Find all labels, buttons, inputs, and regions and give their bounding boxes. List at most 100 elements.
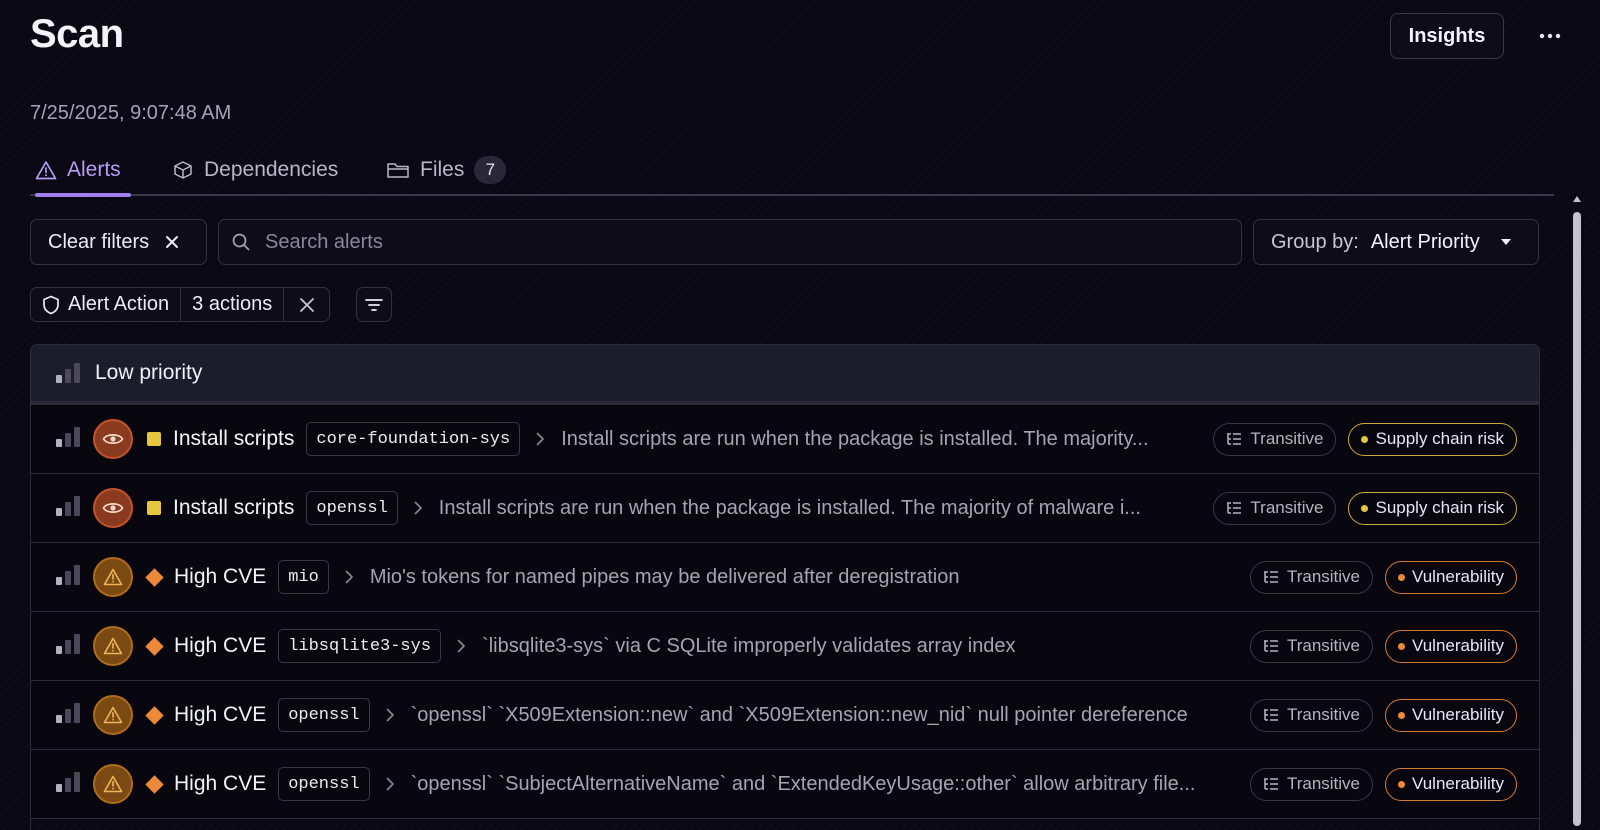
eye-icon	[102, 503, 124, 513]
add-filter-button[interactable]	[356, 287, 392, 322]
caret-down-icon	[1500, 239, 1511, 245]
package-name[interactable]: openssl	[306, 491, 398, 525]
alert-rows: Install scripts core-foundation-sys Instal…	[31, 405, 1539, 819]
priority-group-header[interactable]: Low priority	[31, 345, 1539, 405]
filter-chip-name[interactable]: Alert Action	[31, 288, 180, 321]
severity-low-icon	[147, 432, 161, 446]
alert-description: Install scripts are run when the package…	[561, 427, 1149, 450]
warning-icon	[103, 568, 123, 586]
package-name[interactable]: core-foundation-sys	[306, 422, 521, 456]
chevron-right-icon-wrap	[457, 639, 466, 653]
caret-up-icon	[1573, 196, 1581, 202]
severity-high-icon	[145, 705, 164, 725]
search-input[interactable]	[265, 230, 1225, 254]
alert-row[interactable]: High CVE openssl `openssl` `X509Extension:…	[31, 681, 1539, 750]
dependency-type-badge: Transitive	[1249, 698, 1374, 732]
chevron-right-icon	[386, 708, 394, 722]
search-box	[218, 219, 1242, 265]
alert-category-label: Supply chain risk	[1375, 498, 1504, 517]
alert-category-label: Vulnerability	[1412, 774, 1504, 793]
dependency-type-label: Transitive	[1286, 705, 1361, 724]
priority-low-icon	[56, 771, 80, 792]
insights-button[interactable]: Insights	[1390, 13, 1504, 59]
group-by-label: Group by:	[1271, 230, 1359, 253]
dependency-tree-icon	[1263, 778, 1278, 790]
alert-row[interactable]: High CVE libsqlite3-sys `libsqlite3-sys` v…	[31, 612, 1539, 681]
cve-avatar	[93, 626, 133, 666]
priority-low-icon	[56, 564, 80, 585]
category-dot-icon	[1398, 711, 1406, 719]
group-by-value: Alert Priority	[1370, 230, 1480, 253]
remove-filter-button[interactable]	[283, 288, 329, 321]
alert-category-badge: Vulnerability	[1385, 629, 1517, 663]
category-dot-icon	[1398, 642, 1406, 650]
more-options-button[interactable]	[1530, 16, 1570, 56]
package-name[interactable]: libsqlite3-sys	[278, 629, 442, 663]
alert-row[interactable]: Install scripts openssl Install scripts ar…	[31, 474, 1539, 543]
alert-tags: Transitive Supply chain risk	[1213, 405, 1517, 473]
alert-type: Install scripts	[173, 427, 295, 450]
priority-indicator	[55, 633, 81, 660]
scrollbar-thumb[interactable]	[1573, 212, 1581, 826]
tab-bar: Alerts Dependencies Files 7	[30, 146, 1554, 197]
alert-row[interactable]: High CVE openssl `openssl` `SubjectAlterna…	[31, 750, 1539, 819]
dependency-type-badge: Transitive	[1249, 767, 1374, 801]
package-name[interactable]: mio	[278, 560, 329, 594]
dependency-type-label: Transitive	[1250, 498, 1324, 517]
alert-category-badge: Vulnerability	[1385, 560, 1517, 594]
tab-dependencies-label: Dependencies	[204, 158, 339, 181]
tab-alerts[interactable]: Alerts	[35, 146, 131, 197]
package-name[interactable]: openssl	[278, 698, 370, 732]
tab-files[interactable]: Files 7	[386, 146, 507, 194]
filter-chip-value[interactable]: 3 actions	[180, 288, 283, 321]
priority-low-icon	[56, 702, 80, 723]
chevron-right-icon-wrap	[386, 777, 395, 791]
priority-indicator	[55, 564, 81, 591]
search-icon	[232, 233, 250, 251]
warning-icon	[103, 706, 123, 724]
alert-type: High CVE	[174, 703, 267, 726]
filter-lines-icon	[365, 298, 383, 311]
alert-category-badge: Supply chain risk	[1348, 422, 1517, 456]
alert-tags: Transitive Vulnerability	[1249, 681, 1517, 749]
alerts-list: Low priority Install scripts core-foundat…	[30, 344, 1540, 830]
package-name[interactable]: openssl	[278, 767, 370, 801]
clear-filters-button[interactable]: Clear filters	[30, 219, 207, 265]
priority-indicator	[55, 426, 81, 453]
group-by-select[interactable]: Group by: Alert Priority	[1253, 219, 1539, 265]
filter-chip-value-label: 3 actions	[192, 293, 273, 315]
alert-description: Install scripts are run when the package…	[438, 496, 1141, 519]
alert-description: `libsqlite3-sys` via C SQLite improperly…	[482, 634, 1016, 657]
scroll-up-arrow[interactable]	[1572, 196, 1582, 208]
alert-type: High CVE	[174, 565, 267, 588]
package-icon	[174, 161, 192, 179]
dependency-type-badge: Transitive	[1249, 629, 1374, 663]
more-horizontal-icon	[1539, 33, 1561, 39]
tab-files-label: Files	[420, 158, 465, 181]
alert-category-badge: Vulnerability	[1385, 767, 1517, 801]
chevron-right-icon	[386, 777, 394, 791]
chevron-right-icon-wrap	[386, 708, 395, 722]
priority-group-label: Low priority	[95, 361, 203, 384]
cve-avatar	[93, 557, 133, 597]
alert-row[interactable]: Install scripts core-foundation-sys Instal…	[31, 405, 1539, 474]
severity-high-icon	[145, 567, 164, 587]
alert-type: High CVE	[174, 634, 267, 657]
folder-icon	[387, 163, 409, 178]
install-scripts-avatar	[93, 488, 133, 528]
scrollbar[interactable]	[1570, 196, 1584, 830]
dependency-tree-icon	[1227, 502, 1242, 514]
files-count-badge: 7	[474, 156, 507, 184]
dependency-type-label: Transitive	[1286, 774, 1361, 793]
alert-category-label: Vulnerability	[1412, 567, 1504, 586]
alert-tags: Transitive Vulnerability	[1249, 543, 1517, 611]
alert-row[interactable]: High CVE mio Mio's tokens for named pipes …	[31, 543, 1539, 612]
eye-icon	[102, 434, 124, 444]
alert-type: Install scripts	[173, 496, 295, 519]
page-title: Scan	[30, 12, 124, 56]
dependency-tree-icon	[1263, 709, 1278, 721]
chevron-right-icon-wrap	[414, 501, 423, 515]
close-icon	[299, 297, 314, 312]
tab-dependencies[interactable]: Dependencies	[172, 146, 338, 194]
chevron-right-icon	[414, 501, 422, 515]
